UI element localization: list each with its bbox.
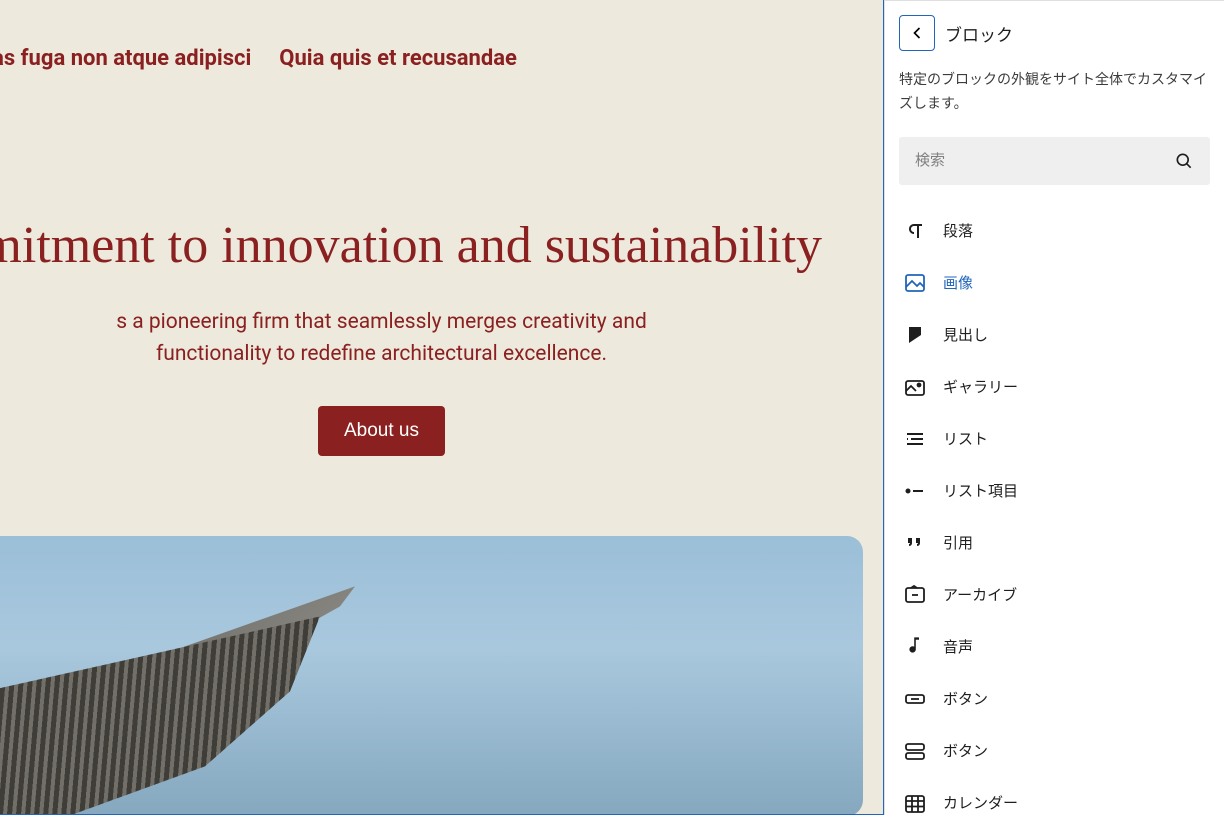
image-icon [903,271,927,295]
block-label: ギャラリー [943,376,1018,397]
block-label: 見出し [943,324,988,345]
editor-canvas[interactable]: ig uptas fuga non atque adipisci Quia qu… [0,0,884,815]
buttons-icon [903,739,927,763]
hero-image[interactable] [0,536,863,815]
list-icon [903,427,927,451]
block-label: ボタン [943,688,988,709]
block-item-gallery[interactable]: ギャラリー [899,361,1210,413]
gallery-icon [903,375,927,399]
block-label: カレンダー [943,792,1018,813]
paragraph-icon [903,219,927,243]
block-item-paragraph[interactable]: 段落 [899,205,1210,257]
block-label: ボタン [943,740,988,761]
sidebar-title: ブロック [945,21,1013,46]
search-icon [1174,151,1194,171]
block-item-heading[interactable]: 見出し [899,309,1210,361]
hero-text[interactable]: s a pioneering firm that seamlessly merg… [0,307,863,370]
building-illustration [0,586,430,815]
block-item-quote[interactable]: 引用 [899,517,1210,569]
site-title[interactable]: ig [0,0,883,36]
hero-text-line1: s a pioneering firm that seamlessly merg… [116,310,647,334]
quote-icon [903,531,927,555]
block-list: 段落画像見出しギャラリーリストリスト項目引用アーカイブ音声ボタンボタンカレンダー [899,205,1210,815]
nav-item-1[interactable]: uptas fuga non atque adipisci [0,46,251,71]
archive-icon [903,583,927,607]
audio-icon [903,635,927,659]
block-item-button[interactable]: ボタン [899,673,1210,725]
block-label: 引用 [943,532,973,553]
list-item-icon [903,479,927,503]
block-label: アーカイブ [943,584,1017,605]
heading-icon [903,323,927,347]
search-box[interactable] [899,137,1210,185]
block-item-image[interactable]: 画像 [899,257,1210,309]
button-icon [903,687,927,711]
nav-item-2[interactable]: Quia quis et recusandae [279,46,517,71]
block-label: リスト [943,428,988,449]
sidebar-header: ブロック [899,15,1210,51]
chevron-left-icon [907,23,927,43]
search-input[interactable] [915,152,1174,169]
block-sidebar: ブロック 特定のブロックの外観をサイト全体でカスタマイズします。 段落画像見出し… [884,0,1224,815]
block-item-list-item[interactable]: リスト項目 [899,465,1210,517]
hero-text-line2: functionality to redefine architectural … [156,342,607,366]
block-item-buttons[interactable]: ボタン [899,725,1210,777]
block-label: 画像 [943,272,973,293]
nav-bar: uptas fuga non atque adipisci Quia quis … [0,36,883,95]
about-us-button[interactable]: About us [318,406,445,456]
calendar-icon [903,791,927,815]
block-label: 音声 [943,636,973,657]
hero-section: mmitment to innovation and sustainabilit… [0,95,883,496]
block-item-archive[interactable]: アーカイブ [899,569,1210,621]
hero-title[interactable]: mmitment to innovation and sustainabilit… [0,215,863,277]
sidebar-description: 特定のブロックの外観をサイト全体でカスタマイズします。 [899,69,1210,117]
block-label: 段落 [943,220,973,241]
block-item-audio[interactable]: 音声 [899,621,1210,673]
back-button[interactable] [899,15,935,51]
block-label: リスト項目 [943,480,1018,501]
block-item-list[interactable]: リスト [899,413,1210,465]
block-item-calendar[interactable]: カレンダー [899,777,1210,815]
